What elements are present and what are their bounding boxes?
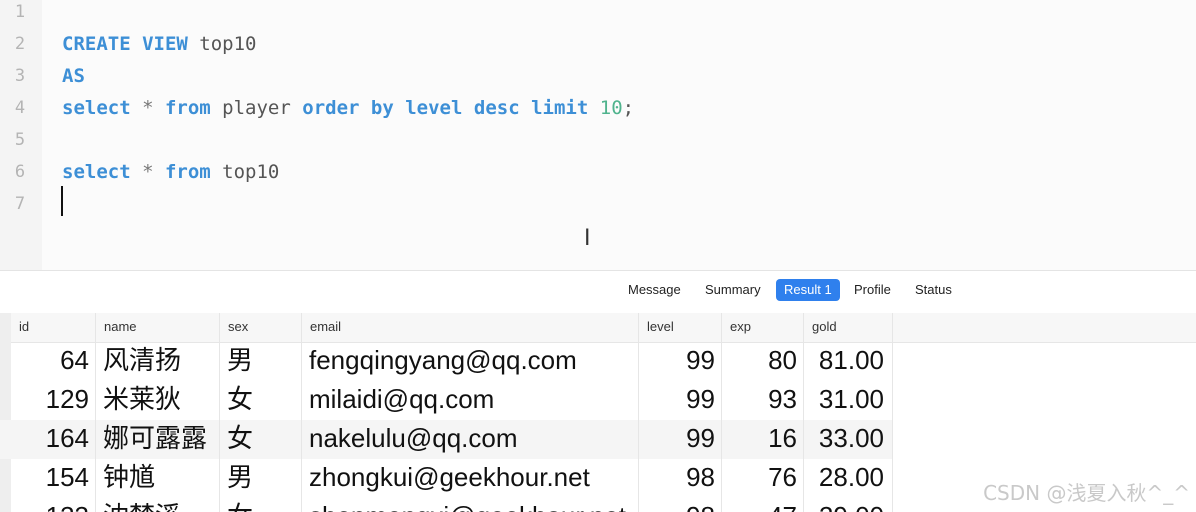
cell-email[interactable]: fengqingyang@qq.com	[301, 342, 638, 381]
column-header-name[interactable]: name	[95, 313, 219, 342]
sql-text: *	[130, 161, 165, 183]
cell-sex[interactable]: 女	[219, 420, 301, 459]
line-number: 6	[14, 162, 26, 182]
column-header-email[interactable]: email	[301, 313, 638, 342]
cell-name[interactable]: 米莱狄	[95, 381, 219, 420]
line-number-gutter: 1 2 3 4 5 6 7	[0, 0, 42, 270]
sql-text: ;	[622, 97, 635, 119]
column-divider	[219, 313, 220, 512]
line-number: 7	[14, 194, 26, 214]
ibeam-cursor-icon: I	[584, 226, 591, 251]
sql-keyword: CREATE VIEW	[62, 33, 188, 55]
column-header-level[interactable]: level	[638, 313, 721, 342]
cell-level[interactable]: 99	[638, 381, 721, 420]
cell-gold[interactable]: 33.00	[803, 420, 892, 459]
tab-profile[interactable]: Profile	[846, 279, 899, 301]
code-line[interactable]: select * from top10	[62, 160, 279, 192]
sql-editor[interactable]: 1234567 CREATE VIEW top10 AS select * from…	[0, 0, 1196, 270]
cell-id[interactable]: 164	[11, 420, 95, 459]
table-row[interactable]: 164 娜可露露 女 nakelulu@qq.com 99 16 33.00	[0, 420, 892, 459]
sql-text: top10	[210, 161, 280, 183]
cell-id[interactable]: 133	[11, 498, 95, 512]
cell-gold[interactable]: 31.00	[803, 381, 892, 420]
sql-number: 10	[599, 97, 623, 119]
cell-level[interactable]: 99	[638, 420, 721, 459]
column-divider	[95, 313, 96, 512]
watermark: CSDN @浅夏入秋^_^	[983, 481, 1190, 505]
cell-gold[interactable]: 29.00	[803, 498, 892, 512]
result-table-header: id name sex email level exp gold	[0, 313, 1196, 343]
cell-email[interactable]: zhongkui@geekhour.net	[301, 459, 638, 498]
result-tabs-bar: Message Summary Result 1 Profile Status	[0, 270, 1196, 314]
cell-name[interactable]: 沈梦溪	[95, 498, 219, 512]
cell-level[interactable]: 99	[638, 342, 721, 381]
cell-gold[interactable]: 28.00	[803, 459, 892, 498]
sql-keyword: level	[405, 97, 463, 119]
cell-gold[interactable]: 81.00	[803, 342, 892, 381]
column-divider	[892, 313, 893, 512]
tab-result-1[interactable]: Result 1	[776, 279, 840, 301]
code-line[interactable]: CREATE VIEW top10	[62, 32, 256, 64]
column-divider	[803, 313, 804, 512]
cell-sex[interactable]: 男	[219, 342, 301, 381]
cell-exp[interactable]: 47	[721, 498, 803, 512]
table-row[interactable]: 133 沈梦溪 女 shenmengxi@geekhour.net 98 47 …	[0, 498, 892, 512]
cell-id[interactable]: 154	[11, 459, 95, 498]
cell-level[interactable]: 98	[638, 498, 721, 512]
cell-id[interactable]: 129	[11, 381, 95, 420]
cell-level[interactable]: 98	[638, 459, 721, 498]
line-number: 4	[14, 98, 26, 118]
sql-keyword: from	[164, 161, 211, 183]
sql-text: player	[210, 97, 303, 119]
cell-id[interactable]: 64	[11, 342, 95, 381]
tab-summary[interactable]: Summary	[697, 279, 769, 301]
cell-email[interactable]: shenmengxi@geekhour.net	[301, 498, 638, 512]
sql-keyword: desc	[473, 97, 520, 119]
sql-keyword: AS	[62, 65, 85, 87]
cell-exp[interactable]: 16	[721, 420, 803, 459]
sql-keyword: select	[62, 161, 131, 183]
column-divider	[638, 313, 639, 512]
line-number: 5	[14, 130, 26, 150]
code-line[interactable]: AS	[62, 64, 85, 96]
cell-name[interactable]: 风清扬	[95, 342, 219, 381]
line-number: 3	[14, 66, 26, 86]
sql-keyword: select	[62, 97, 131, 119]
line-number: 1	[14, 2, 26, 22]
cell-email[interactable]: nakelulu@qq.com	[301, 420, 638, 459]
table-row[interactable]: 154 钟馗 男 zhongkui@geekhour.net 98 76 28.…	[0, 459, 892, 498]
sql-text: top10	[187, 33, 257, 55]
column-header-sex[interactable]: sex	[219, 313, 301, 342]
cell-sex[interactable]: 女	[219, 381, 301, 420]
table-row[interactable]: 64 风清扬 男 fengqingyang@qq.com 99 80 81.00	[0, 342, 892, 381]
cell-sex[interactable]: 女	[219, 498, 301, 512]
column-divider	[721, 313, 722, 512]
column-divider	[301, 313, 302, 512]
cell-name[interactable]: 娜可露露	[95, 420, 219, 459]
tab-status[interactable]: Status	[907, 279, 960, 301]
cell-exp[interactable]: 76	[721, 459, 803, 498]
cell-exp[interactable]: 80	[721, 342, 803, 381]
column-header-exp[interactable]: exp	[721, 313, 803, 342]
column-header-empty	[892, 313, 1196, 342]
cell-email[interactable]: milaidi@qq.com	[301, 381, 638, 420]
sql-text: *	[130, 97, 165, 119]
cell-exp[interactable]: 93	[721, 381, 803, 420]
cell-name[interactable]: 钟馗	[95, 459, 219, 498]
sql-keyword: from	[164, 97, 211, 119]
text-caret	[61, 186, 63, 216]
column-header-id[interactable]: id	[11, 313, 96, 342]
cell-sex[interactable]: 男	[219, 459, 301, 498]
sql-keyword: limit	[531, 97, 589, 119]
sql-keyword: order by	[302, 97, 394, 119]
table-row[interactable]: 129 米莱狄 女 milaidi@qq.com 99 93 31.00	[0, 381, 892, 420]
tab-message[interactable]: Message	[620, 279, 689, 301]
code-line[interactable]: select * from player order by level desc…	[62, 96, 634, 128]
column-header-gold[interactable]: gold	[803, 313, 892, 342]
line-number: 2	[14, 34, 26, 54]
